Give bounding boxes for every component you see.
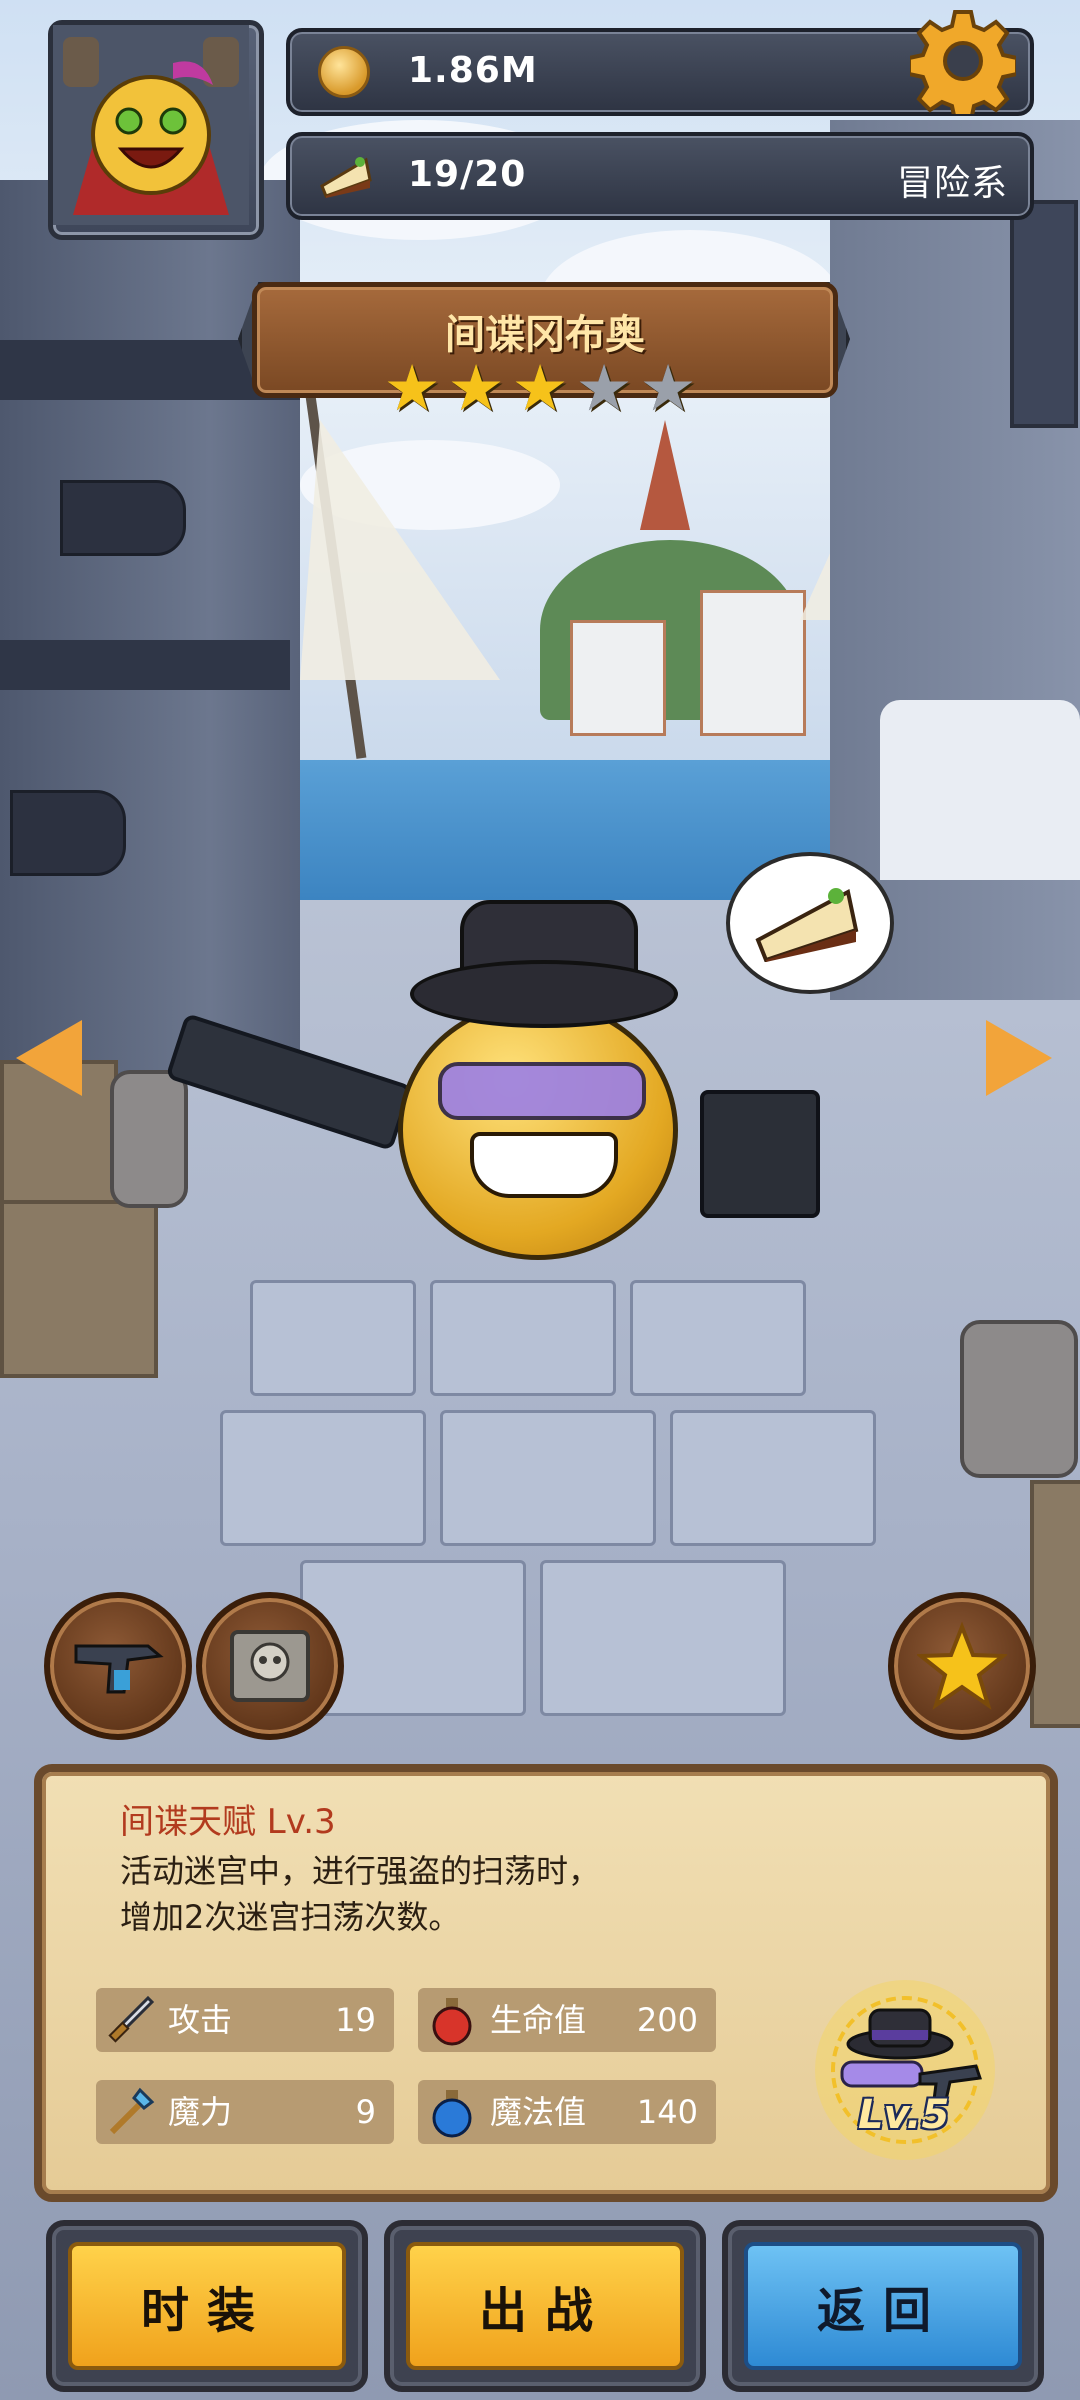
talent-desc-line: 增加2次迷宫扫荡次数。	[120, 1898, 461, 1936]
stamina-amount: 19/20	[408, 154, 527, 195]
stat-value: 9	[355, 2093, 376, 2131]
faction-label: 冒险系	[896, 163, 1008, 204]
avatar-portrait	[53, 25, 249, 225]
back-button[interactable]: 返回	[722, 2220, 1044, 2392]
star-icon	[917, 1621, 1007, 1710]
hat-brim	[410, 960, 678, 1028]
costume-button-label: 时装	[68, 2242, 346, 2370]
crate	[0, 1200, 158, 1378]
stat-label: 魔力	[168, 2093, 233, 2131]
speech-bubble	[726, 852, 894, 994]
goggles	[438, 1062, 646, 1120]
window	[1010, 200, 1078, 428]
star-rating: ★ ★ ★ ★ ★	[380, 354, 700, 424]
blue-potion-icon	[432, 2090, 472, 2138]
player-avatar[interactable]	[48, 20, 264, 240]
skull-plaque-icon	[230, 1630, 310, 1702]
cannon	[60, 480, 186, 556]
stat-label: 攻击	[168, 2001, 233, 2039]
floor-tile	[220, 1410, 426, 1546]
favorite-button[interactable]	[888, 1592, 1036, 1740]
crate	[1030, 1480, 1080, 1728]
barrel	[960, 1320, 1078, 1478]
equipment-icon	[815, 1980, 995, 2160]
stat-hp: 生命值 200	[418, 1988, 716, 2052]
next-hero-arrow-icon[interactable]	[986, 1020, 1052, 1096]
floor-tile	[430, 1280, 616, 1396]
equipment-slot[interactable]: Lv.5	[800, 1970, 1010, 2170]
star-filled-icon: ★	[511, 352, 569, 426]
star-empty-icon: ★	[639, 352, 697, 426]
costume-button[interactable]: 时装	[46, 2220, 368, 2392]
back-button-label: 返回	[744, 2242, 1022, 2370]
floor-tile	[440, 1410, 656, 1546]
talent-title: 间谍天赋 Lv.3	[120, 1802, 336, 1842]
floor-tile	[250, 1280, 416, 1396]
sword-icon	[108, 1995, 155, 2043]
stat-value: 200	[636, 2001, 698, 2039]
red-potion-icon	[432, 1998, 472, 2046]
house	[700, 590, 806, 736]
cake-slice-icon	[755, 888, 859, 962]
stat-value: 19	[335, 2001, 376, 2039]
house	[570, 620, 666, 736]
barrel	[110, 1070, 188, 1208]
prev-hero-arrow-icon[interactable]	[16, 1020, 82, 1096]
stat-label: 生命值	[490, 2001, 587, 2039]
hero-grin	[470, 1132, 618, 1198]
floor-tile	[670, 1410, 876, 1546]
magic-staff-icon	[109, 2087, 155, 2135]
spy-hero-body[interactable]	[398, 1000, 678, 1260]
equipment-level: Lv.5	[858, 2092, 950, 2138]
stat-label: 魔法值	[490, 2093, 587, 2131]
deploy-button-label: 出战	[406, 2242, 684, 2370]
weapon-button[interactable]	[44, 1592, 192, 1740]
talent-desc-line: 活动迷宫中，进行强盗的扫荡时，	[120, 1852, 601, 1890]
stamina-counter: 19/20 冒险系	[286, 132, 1034, 220]
market-tent	[880, 700, 1080, 880]
gold-amount: 1.86M	[408, 50, 538, 91]
star-filled-icon: ★	[447, 352, 505, 426]
portrait-button[interactable]	[196, 1592, 344, 1740]
cannon	[10, 790, 126, 876]
ship-band	[0, 640, 290, 690]
coin-icon	[318, 46, 370, 98]
gear-icon[interactable]	[907, 8, 1019, 122]
stat-magic: 魔力 9	[96, 2080, 394, 2144]
star-empty-icon: ★	[575, 352, 633, 426]
deploy-button[interactable]: 出战	[384, 2220, 706, 2392]
cake-slice-icon	[320, 157, 372, 198]
stat-value: 140	[636, 2093, 698, 2131]
briefcase	[700, 1090, 820, 1218]
star-filled-icon: ★	[383, 352, 441, 426]
stat-mp: 魔法值 140	[418, 2080, 716, 2144]
talent-panel: 间谍天赋 Lv.3 活动迷宫中，进行强盗的扫荡时， 增加2次迷宫扫荡次数。 攻击…	[34, 1764, 1058, 2202]
talent-description: 活动迷宫中，进行强盗的扫荡时， 增加2次迷宫扫荡次数。	[120, 1848, 820, 1940]
stat-attack: 攻击 19	[96, 1988, 394, 2052]
floor-tile	[630, 1280, 806, 1396]
pistol-icon	[74, 1644, 164, 1694]
floor-tile	[540, 1560, 786, 1716]
